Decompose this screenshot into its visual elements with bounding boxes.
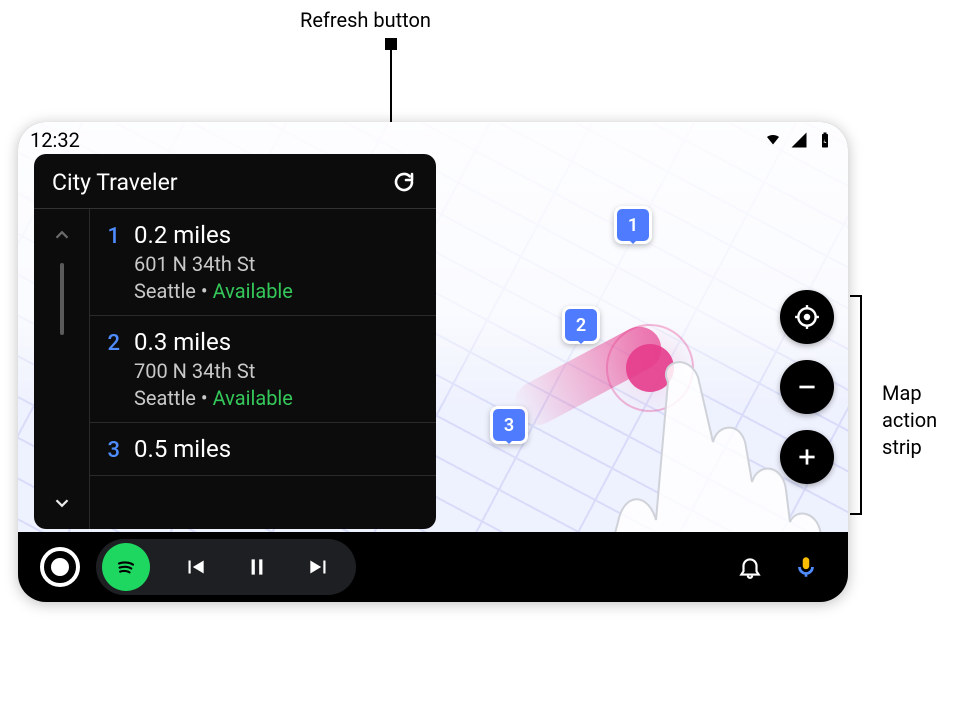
previous-track-button[interactable] [178,550,212,584]
skip-next-icon [306,554,332,580]
item-city: Seattle [134,279,196,303]
recenter-button[interactable] [780,290,834,344]
play-pause-button[interactable] [240,550,274,584]
system-nav-bar [18,532,848,602]
status-time: 12:32 [30,128,80,152]
scroll-down-button[interactable] [46,487,78,519]
pause-icon [244,554,270,580]
status-bar: 12:32 [30,126,834,154]
cellular-icon [790,131,808,149]
map-pin-3-label: 3 [504,415,514,436]
item-city: Seattle [134,386,196,410]
panel-title: City Traveler [52,169,178,196]
map-pin-1-label: 1 [628,215,638,236]
panel-header: City Traveler [34,154,436,209]
spotify-app-icon[interactable] [102,543,150,591]
wifi-icon [764,131,782,149]
item-address: 700 N 34th St [134,358,422,384]
separator-dot: • [201,279,213,303]
annotation-refresh-label: Refresh button [300,8,431,32]
bell-icon [737,554,763,580]
crosshair-icon [794,304,820,330]
item-index: 3 [104,438,120,463]
place-list-panel: City Traveler 1 [34,154,436,529]
notifications-button[interactable] [730,547,770,587]
scroll-up-button[interactable] [46,219,78,251]
map-pin-2[interactable]: 2 [562,306,600,344]
media-controls [96,539,356,595]
refresh-icon [392,170,416,194]
chevron-down-icon [51,492,73,514]
status-icons [764,131,834,149]
scroll-track[interactable] [60,259,64,479]
separator-dot: • [201,386,213,410]
item-index: 2 [104,331,120,356]
minus-icon [794,374,820,400]
item-distance: 0.2 miles [134,221,231,249]
plus-icon [794,444,820,470]
annotation-refresh: Refresh button [300,8,431,32]
chevron-up-icon [51,224,73,246]
item-address: 601 N 34th St [134,251,422,277]
map-pin-1[interactable]: 1 [614,206,652,244]
device-frame: 12:32 1 2 3 City Traveler [18,122,848,602]
assistant-mic-button[interactable] [786,547,826,587]
zoom-out-button[interactable] [780,360,834,414]
item-distance: 0.5 miles [134,435,231,463]
item-index: 1 [104,224,120,249]
map-pin-3[interactable]: 3 [490,406,528,444]
item-status: Available [213,279,293,303]
list-item[interactable]: 2 0.3 miles 700 N 34th St Seattle • Avai… [90,316,436,423]
item-distance: 0.3 miles [134,328,231,356]
skip-previous-icon [182,554,208,580]
spotify-icon [112,553,140,581]
annotation-bracket [860,295,862,515]
refresh-button[interactable] [390,168,418,196]
launcher-button[interactable] [40,547,80,587]
scroll-column [34,209,90,529]
annotation-action-strip: Map action strip [882,380,937,461]
item-status: Available [213,386,293,410]
map-action-strip [780,290,834,484]
next-track-button[interactable] [302,550,336,584]
battery-charging-icon [816,131,834,149]
zoom-in-button[interactable] [780,430,834,484]
microphone-icon [793,554,819,580]
place-list[interactable]: 1 0.2 miles 601 N 34th St Seattle • Avai… [90,209,436,529]
annotation-action-strip-label: Map action strip [882,381,937,459]
panel-body: 1 0.2 miles 601 N 34th St Seattle • Avai… [34,209,436,529]
scroll-thumb[interactable] [60,263,64,335]
map-pin-2-label: 2 [576,315,586,336]
list-item[interactable]: 1 0.2 miles 601 N 34th St Seattle • Avai… [90,209,436,316]
list-item[interactable]: 3 0.5 miles [90,423,436,476]
